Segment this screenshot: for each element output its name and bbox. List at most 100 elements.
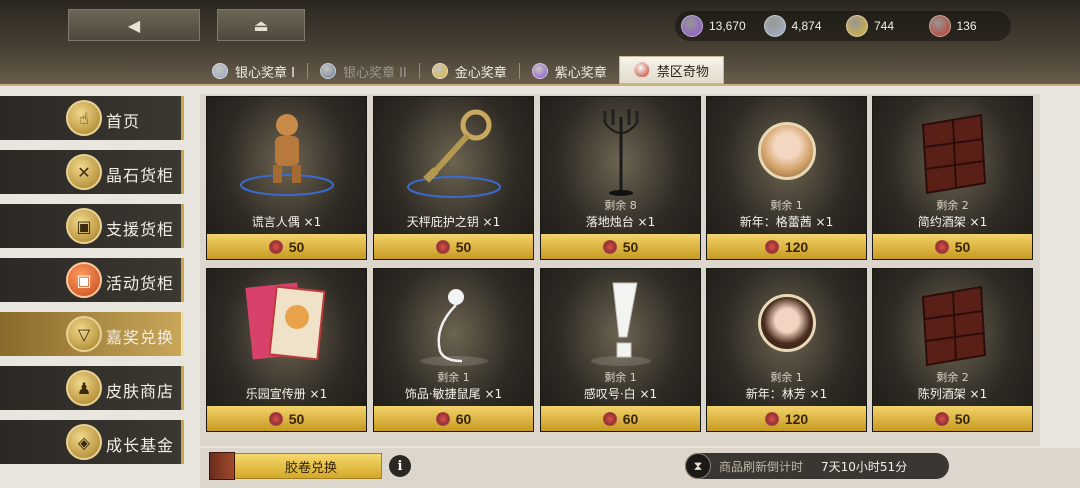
- exchange-icon: ▽: [66, 316, 102, 352]
- stock-remaining: 剩余 8: [604, 199, 637, 212]
- item-name: 谎言人偶 ×1: [251, 215, 322, 229]
- price-button[interactable]: 50: [541, 234, 700, 259]
- stock-remaining: 剩余 2: [936, 199, 969, 212]
- tab-label: 金心奖章: [454, 65, 507, 81]
- red-token-icon: [602, 239, 617, 254]
- currency-purple-gem: 13,670: [681, 15, 764, 37]
- back-button[interactable]: ◀: [68, 9, 200, 41]
- currency-value: 4,874: [791, 19, 822, 33]
- character-portrait: [757, 122, 816, 180]
- sidebar-item-5[interactable]: ▽ 嘉奖兑换: [0, 312, 184, 356]
- shop-item-card[interactable]: 剩余 2 简约酒架 ×1 50: [872, 96, 1033, 260]
- red-token-icon: [268, 411, 283, 426]
- tab-bar: 银心奖章 I 银心奖章 II 金心奖章 紫心奖章 禁区奇物: [200, 56, 724, 84]
- home-button[interactable]: ⏏: [217, 9, 305, 41]
- price-button[interactable]: 60: [541, 406, 700, 431]
- sidebar-item-7[interactable]: ◈ 成长基金: [0, 420, 184, 464]
- price-button[interactable]: 120: [707, 406, 866, 431]
- sidebar-item-label: 支援货柜: [106, 220, 175, 239]
- home-icon: ⏏: [253, 15, 269, 35]
- outfit-icon: ♟: [66, 370, 102, 406]
- info-icon[interactable]: i: [389, 455, 411, 477]
- bottom-bar: 胶卷兑换 i ⧗ 商品刷新倒计时 7天10小时51分: [200, 448, 1080, 488]
- price-button[interactable]: 50: [873, 406, 1032, 431]
- wine-rack-icon: [873, 103, 1032, 199]
- mouse-tail-icon: [374, 275, 533, 371]
- tab-label: 银心奖章 II: [342, 65, 407, 81]
- tab-3[interactable]: 金心奖章: [420, 58, 519, 84]
- currency-bar: 13,670 4,874 744 136: [675, 11, 1011, 41]
- price-button[interactable]: 50: [207, 234, 366, 259]
- tab-4[interactable]: 紫心奖章: [520, 58, 619, 84]
- medal-icon: [319, 63, 336, 79]
- medal-icon: [431, 63, 448, 79]
- refresh-label: 商品刷新倒计时: [719, 459, 804, 474]
- character-avatar-icon: [707, 103, 866, 199]
- item-name: 感叹号·白 ×1: [583, 387, 658, 401]
- currency-value: 744: [874, 19, 895, 33]
- gold-gem-icon: [846, 15, 868, 37]
- sidebar-item-2[interactable]: ✕ 晶石货柜: [0, 150, 184, 194]
- price-value: 50: [455, 238, 472, 255]
- price-button[interactable]: 50: [873, 234, 1032, 259]
- item-name: 落地烛台 ×1: [585, 215, 656, 229]
- purple-gem-icon: [681, 15, 703, 37]
- hand-icon: ☝: [66, 100, 102, 136]
- item-name: 乐园宣传册 ×1: [245, 387, 328, 401]
- shop-item-card[interactable]: 剩余 1 饰品·敏捷鼠尾 ×1 60: [373, 268, 534, 432]
- tab-label: 紫心奖章: [554, 65, 607, 81]
- red-token-icon: [764, 411, 779, 426]
- red-token-icon: [934, 411, 949, 426]
- event-box-icon: ▣: [66, 262, 102, 298]
- sidebar-item-6[interactable]: ♟ 皮肤商店: [0, 366, 184, 410]
- item-name: 饰品·敏捷鼠尾 ×1: [404, 387, 503, 401]
- shop-item-card[interactable]: 天枰庇护之钥 ×1 50: [373, 96, 534, 260]
- price-value: 60: [622, 410, 639, 427]
- refresh-time: 7天10小时51分: [821, 459, 908, 474]
- item-name: 新年：格蕾茜 ×1: [739, 215, 834, 229]
- tab-1[interactable]: 银心奖章 I: [200, 58, 307, 84]
- stock-remaining: 剩余 1: [770, 371, 803, 384]
- shop-item-card[interactable]: 剩余 1 新年：格蕾茜 ×1 120: [706, 96, 867, 260]
- silver-gem-icon: [763, 15, 786, 37]
- sidebar-item-label: 晶石货柜: [106, 166, 175, 185]
- sidebar-item-label: 成长基金: [106, 436, 175, 455]
- hourglass-icon: ⧗: [685, 453, 711, 479]
- sidebar-item-label: 嘉奖兑换: [106, 328, 175, 347]
- item-name: 简约酒架 ×1: [917, 215, 988, 229]
- supply-box-icon: ▣: [66, 208, 102, 244]
- character-avatar-icon: [707, 275, 866, 371]
- shop-grid: 谎言人偶 ×1 50 天枰庇护之钥 ×1 50 剩余 8 落地烛台 ×1 50 剩余 1 新年：…: [200, 94, 1040, 446]
- sidebar-item-1[interactable]: ☝ 首页: [0, 96, 184, 140]
- shop-item-card[interactable]: 剩余 1 感叹号·白 ×1 60: [540, 268, 701, 432]
- film-exchange-button[interactable]: 胶卷兑换: [209, 452, 382, 480]
- wine-rack-icon: [873, 275, 1032, 371]
- price-button[interactable]: 60: [374, 406, 533, 431]
- price-value: 50: [622, 238, 639, 255]
- price-button[interactable]: 120: [707, 234, 866, 259]
- sidebar-item-4[interactable]: ▣ 活动货柜: [0, 258, 184, 302]
- currency-red-token: 136: [928, 15, 1012, 37]
- price-value: 50: [288, 238, 305, 255]
- price-button[interactable]: 50: [207, 406, 366, 431]
- film-exchange-label: 胶卷兑换: [285, 460, 338, 476]
- shop-item-card[interactable]: 谎言人偶 ×1 50: [206, 96, 367, 260]
- candelabra-icon: [541, 103, 700, 199]
- sidebar-item-3[interactable]: ▣ 支援货柜: [0, 204, 184, 248]
- tab-label: 银心奖章 I: [235, 65, 295, 81]
- medal-icon: [633, 62, 650, 78]
- price-value: 60: [455, 410, 472, 427]
- brochure-icon: [207, 275, 366, 371]
- sidebar-item-label: 活动货柜: [106, 274, 175, 293]
- red-token-icon: [764, 239, 779, 254]
- price-button[interactable]: 50: [374, 234, 533, 259]
- shop-item-card[interactable]: 剩余 1 新年：林芳 ×1 120: [706, 268, 867, 432]
- red-token-icon: [268, 239, 283, 254]
- shop-item-card[interactable]: 剩余 2 陈列酒架 ×1 50: [872, 268, 1033, 432]
- puppet-icon: [207, 103, 366, 199]
- tab-2[interactable]: 银心奖章 II: [308, 58, 419, 84]
- shop-item-card[interactable]: 乐园宣传册 ×1 50: [206, 268, 367, 432]
- tab-5[interactable]: 禁区奇物: [618, 56, 724, 84]
- price-value: 120: [784, 410, 809, 427]
- shop-item-card[interactable]: 剩余 8 落地烛台 ×1 50: [540, 96, 701, 260]
